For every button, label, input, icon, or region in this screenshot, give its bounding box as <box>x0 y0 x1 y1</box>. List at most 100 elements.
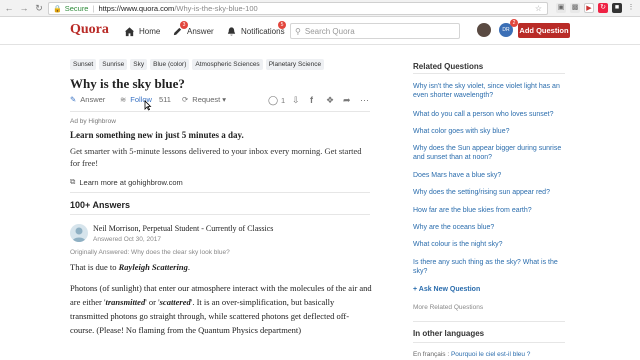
answer-badge: 3 <box>180 20 188 29</box>
extension-icon[interactable]: ■ <box>612 3 622 13</box>
search-placeholder: Search Quora <box>304 26 355 36</box>
messages-avatar[interactable]: DR 2 <box>499 19 518 37</box>
share-icon[interactable]: ➦ <box>343 95 351 106</box>
related-question[interactable]: Why does the setting/rising sun appear r… <box>413 188 565 197</box>
ask-new-question-link[interactable]: + Ask New Question <box>413 286 480 293</box>
bell-icon: 5 <box>226 20 286 37</box>
language-item: En français : Pourquoi le ciel est-il bl… <box>413 351 530 358</box>
request-icon: ⟳ <box>182 95 189 104</box>
divider <box>413 342 565 343</box>
related-question[interactable]: What do you call a person who loves suns… <box>413 110 565 119</box>
related-question[interactable]: Does Mars have a blue sky? <box>413 171 565 180</box>
browser-toolbar: ← → ↻ 🔒 Secure | https://www.quora.com/W… <box>0 0 640 17</box>
home-icon <box>124 26 135 36</box>
answer-button[interactable]: ✎ Answer <box>70 95 105 104</box>
add-question-button[interactable]: Add Question <box>518 23 570 38</box>
answer-intro-emphasis: Rayleigh Scattering <box>118 262 188 272</box>
forward-icon[interactable]: → <box>18 2 30 14</box>
secure-label: Secure <box>64 4 89 13</box>
ad-headline[interactable]: Learn something new in just 5 minutes a … <box>70 130 244 140</box>
related-question[interactable]: Why does the Sun appear bigger during su… <box>413 144 565 162</box>
bookmark-star-icon[interactable]: ☆ <box>535 4 542 13</box>
menu-dots-icon[interactable]: ⋮ <box>626 3 636 13</box>
nav-answer[interactable]: 3 Answer <box>172 17 214 45</box>
divider <box>70 111 370 112</box>
downvote-icon[interactable]: ⇩ <box>292 95 300 106</box>
lock-icon: 🔒 <box>53 5 62 13</box>
topic-tags: Sunset Sunrise Sky Blue (color) Atmosphe… <box>70 59 325 70</box>
language-link[interactable]: Pourquoi le ciel est-il bleu ? <box>451 351 531 358</box>
url-path: /Why-is-the-sky-blue-100 <box>174 4 258 13</box>
question-actions: ✎ Answer ≋ Follow 511 ⟳ Request ▾ ◯ 1 ⇩ … <box>70 95 370 107</box>
answer-intro-text: That is due to <box>70 262 119 272</box>
chevron-down-icon: ▾ <box>222 95 226 104</box>
comment-icon[interactable]: ◯ <box>268 95 278 106</box>
related-question[interactable]: How far are the blue skies from earth? <box>413 206 565 215</box>
nav-home-label: Home <box>139 26 161 36</box>
external-link-icon: ⧉ <box>70 177 76 186</box>
pencil-icon: ✎ <box>70 95 77 104</box>
nav-answer-label: Answer <box>187 26 214 36</box>
topic-tag[interactable]: Blue (color) <box>150 59 190 70</box>
ad-body: Get smarter with 5-minute lessons delive… <box>70 146 362 168</box>
back-icon[interactable]: ← <box>3 2 15 14</box>
ad-link-label: Learn more at gohighbrow.com <box>79 177 183 187</box>
divider <box>70 214 370 215</box>
pencil-icon: 3 <box>172 20 188 37</box>
topic-tag[interactable]: Sunset <box>70 59 97 70</box>
author-avatar[interactable] <box>70 224 88 242</box>
mouse-cursor-icon <box>144 100 152 111</box>
facebook-icon[interactable]: f <box>310 95 313 105</box>
divider <box>413 73 565 74</box>
answer-paragraph: Photons (of sunlight) that enter our atm… <box>70 281 372 337</box>
nav-home[interactable]: Home <box>124 17 160 45</box>
related-question[interactable]: What color goes with sky blue? <box>413 127 565 136</box>
reload-icon[interactable]: ↻ <box>33 2 45 14</box>
answer-date[interactable]: Answered Oct 30, 2017 <box>93 236 161 243</box>
nav-notifications[interactable]: 5 Notifications <box>226 17 286 45</box>
question-title[interactable]: Why is the sky blue? <box>70 76 185 92</box>
messages-badge: 2 <box>510 19 518 27</box>
related-questions-title: Related Questions <box>413 62 484 71</box>
extension-icon[interactable]: ▶ <box>584 3 594 13</box>
site-header: Quora Home 3 Answer 5 Notifications ⚲ Se… <box>0 17 640 45</box>
rss-icon: ≋ <box>120 95 127 104</box>
originally-answered[interactable]: Originally Answered: Why does the clear … <box>70 249 230 256</box>
request-button[interactable]: ⟳ Request ▾ <box>182 95 226 104</box>
ad-label: Ad by Highbrow <box>70 118 116 125</box>
follow-count: 511 <box>158 95 171 104</box>
divider <box>70 192 370 193</box>
messages-avatar-label: DR <box>502 27 510 33</box>
answer-label: Answer <box>80 95 106 104</box>
answers-count: 100+ Answers <box>70 200 130 210</box>
divider <box>413 321 565 322</box>
related-question[interactable]: Why are the oceans blue? <box>413 223 565 232</box>
topic-tag[interactable]: Atmospheric Sciences <box>192 59 263 70</box>
other-languages-title: In other languages <box>413 329 485 338</box>
notifications-badge: 5 <box>278 20 286 29</box>
topic-tag[interactable]: Sky <box>130 59 148 70</box>
ad-link[interactable]: ⧉ Learn more at gohighbrow.com <box>70 177 183 187</box>
topic-tag[interactable]: Sunrise <box>99 59 128 70</box>
search-icon: ⚲ <box>295 26 301 36</box>
answer-text: ' or ' <box>145 297 160 307</box>
more-options-icon[interactable]: ⋯ <box>360 95 369 106</box>
url-domain: https://www.quora.com <box>98 4 175 13</box>
extension-icon[interactable]: ↻ <box>598 3 608 13</box>
author-name[interactable]: Neil Morrison, Perpetual Student - Curre… <box>93 224 273 233</box>
more-related-link[interactable]: More Related Questions <box>413 304 483 311</box>
related-question[interactable]: Is there any such thing as the sky? What… <box>413 258 565 276</box>
related-question[interactable]: Why isn't the sky violet, since violet l… <box>413 82 565 100</box>
extension-icon[interactable]: ▩ <box>570 3 580 13</box>
twitter-icon[interactable]: ❖ <box>326 95 334 106</box>
request-label: Request <box>192 95 221 104</box>
search-input[interactable]: ⚲ Search Quora <box>290 23 460 39</box>
quora-logo[interactable]: Quora <box>70 22 109 38</box>
related-question[interactable]: What colour is the night sky? <box>413 240 565 249</box>
address-bar[interactable]: 🔒 Secure | https://www.quora.com/Why-is-… <box>48 2 548 15</box>
language-prefix: En français : <box>413 351 451 358</box>
extension-icon[interactable]: ▣ <box>556 3 566 13</box>
url-separator: | <box>92 4 95 13</box>
user-avatar[interactable] <box>477 23 491 37</box>
topic-tag[interactable]: Planetary Science <box>265 59 325 70</box>
